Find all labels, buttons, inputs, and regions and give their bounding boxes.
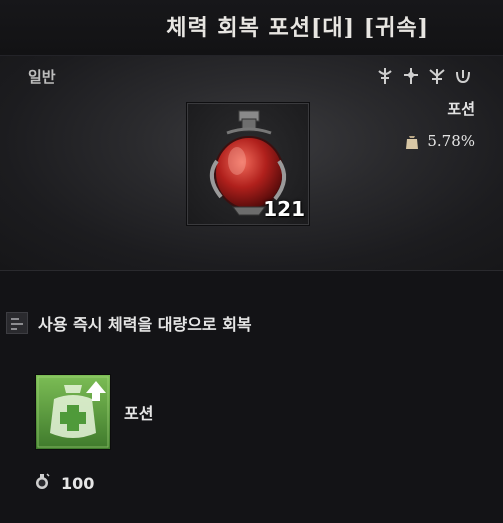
class-icon-1 [375,66,395,86]
item-grade: 일반 [28,68,56,86]
item-header: 일반 포션 5.78% 121 [0,56,503,271]
weight-value: 5.78% [427,132,475,150]
stat-row: 100 [35,472,94,494]
class-icons [375,66,473,86]
class-icon-2 [401,66,421,86]
buff-label: 포션 [124,404,154,423]
item-icon-frame[interactable]: 121 [186,102,310,226]
stat-value: 100 [61,473,95,493]
class-icon-3 [427,66,447,86]
description-row: 사용 즉시 체력을 대량으로 회복 [6,311,252,335]
item-description: 사용 즉시 체력을 대량으로 회복 [38,315,252,334]
item-title: 체력 회복 포션[대] [귀속] [166,15,429,41]
title-bar: 체력 회복 포션[대] [귀속] [0,0,503,56]
item-tooltip: 체력 회복 포션[대] [귀속] 일반 포션 5.78% 121 사용 즉시 체… [0,0,503,523]
item-quantity: 121 [263,197,305,221]
description-icon [6,312,28,334]
potion-stat-icon [35,472,51,494]
health-potion-buff-icon[interactable] [35,374,111,450]
weight-row: 5.78% [405,132,475,150]
item-category: 포션 [447,100,475,118]
bag-icon [405,133,419,149]
class-icon-4 [453,66,473,86]
